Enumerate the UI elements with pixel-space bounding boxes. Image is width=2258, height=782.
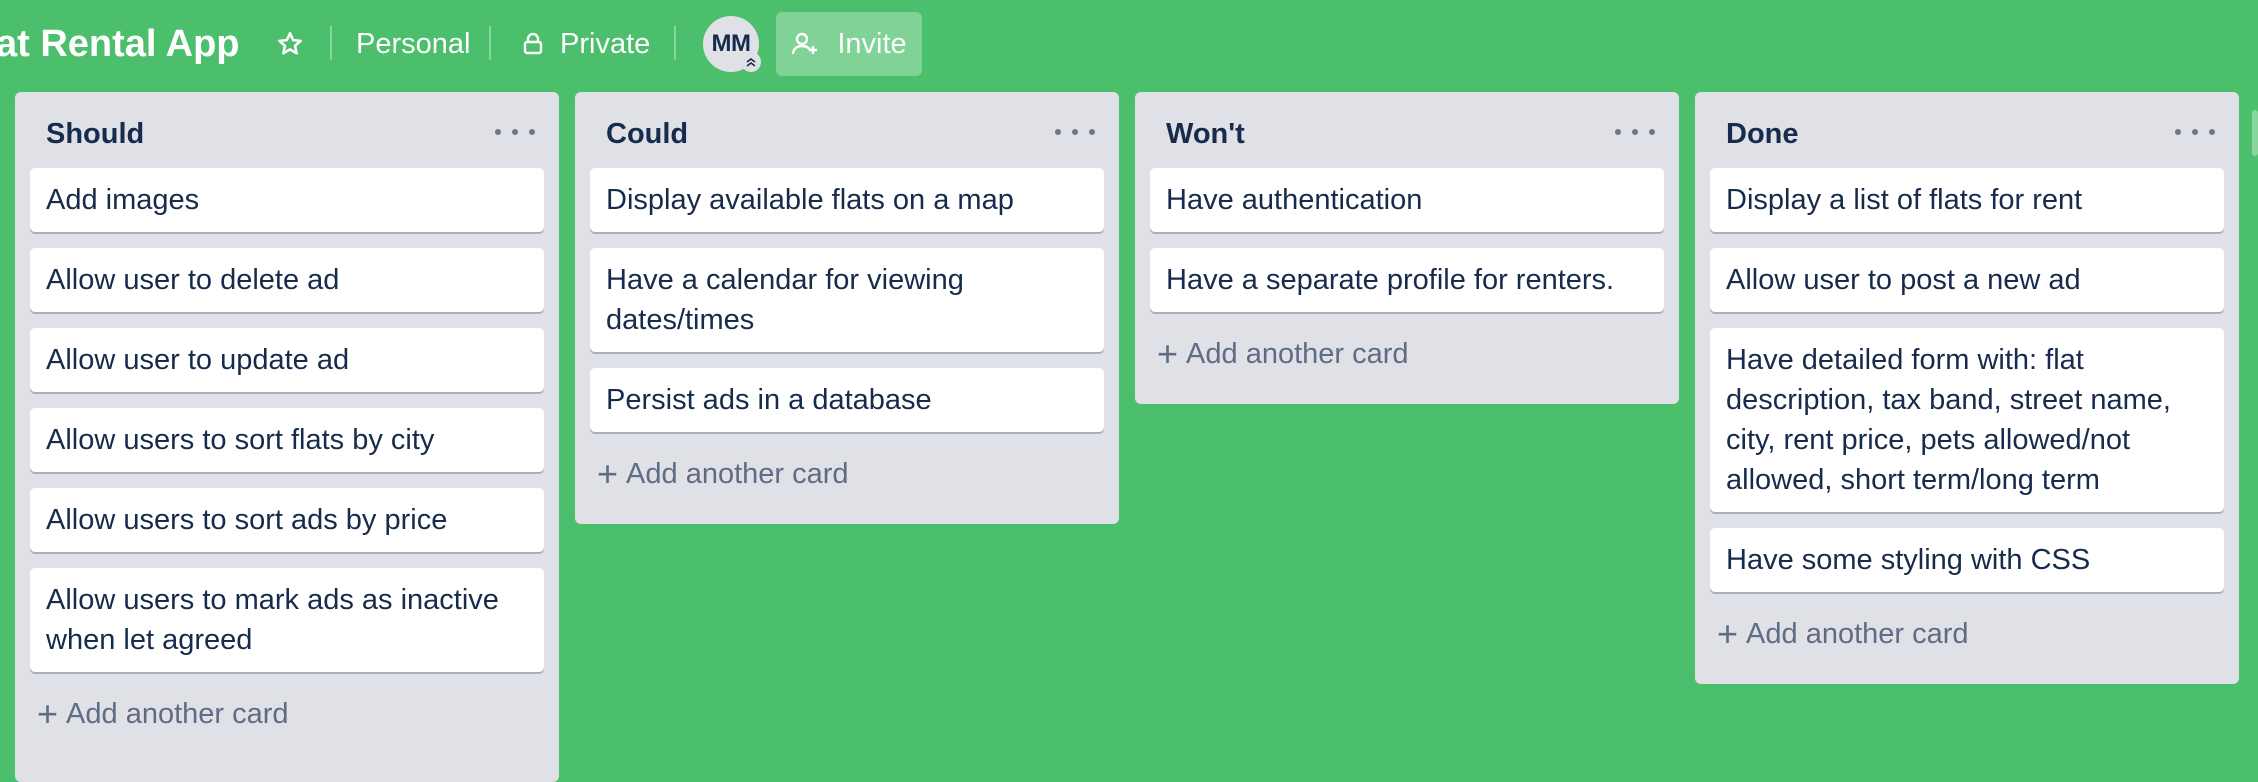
card[interactable]: Persist ads in a database — [590, 368, 1104, 432]
list-wont: Won't Have authentication Have a separat… — [1135, 92, 1679, 404]
plus-icon: + — [597, 453, 619, 494]
add-card-label: Add another card — [1746, 617, 1969, 650]
card[interactable]: Display available flats on a map — [590, 168, 1104, 232]
card[interactable]: Have a calendar for viewing dates/times — [590, 248, 1104, 352]
list-could: Could Display available flats on a map H… — [575, 92, 1119, 524]
header-divider — [489, 26, 491, 60]
card[interactable]: Have a separate profile for renters. — [1150, 248, 1664, 312]
list-title[interactable]: Done — [1726, 116, 1799, 152]
card[interactable]: Allow user to delete ad — [30, 248, 544, 312]
workspace-button[interactable]: Personal — [340, 12, 486, 76]
list-title[interactable]: Should — [46, 116, 144, 152]
card[interactable]: Allow users to mark ads as inactive when… — [30, 568, 544, 672]
card[interactable]: Allow user to update ad — [30, 328, 544, 392]
add-person-icon — [792, 32, 818, 55]
card[interactable]: Have authentication — [1150, 168, 1664, 232]
card[interactable]: Allow users to sort flats by city — [30, 408, 544, 472]
header-divider — [330, 26, 332, 60]
plus-icon: + — [37, 693, 59, 734]
visibility-button[interactable]: Private — [506, 12, 666, 76]
list-header: Done — [1695, 92, 2239, 168]
card[interactable]: Allow user to post a new ad — [1710, 248, 2224, 312]
card[interactable]: Have some styling with CSS — [1710, 528, 2224, 592]
invite-label: Invite — [837, 27, 907, 60]
card[interactable]: Add images — [30, 168, 544, 232]
list-menu-icon[interactable] — [495, 120, 535, 144]
add-card-button[interactable]: + Add another card — [575, 448, 1119, 500]
list-header: Could — [575, 92, 1119, 168]
list-title[interactable]: Won't — [1166, 116, 1245, 152]
list-header: Should — [15, 92, 559, 168]
plus-icon: + — [1157, 333, 1179, 374]
star-board-button[interactable] — [262, 12, 318, 76]
header-divider — [674, 26, 676, 60]
list-menu-icon[interactable] — [2175, 120, 2215, 144]
list-title[interactable]: Could — [606, 116, 688, 152]
list-header: Won't — [1135, 92, 1679, 168]
visibility-label: Private — [560, 27, 651, 60]
board-title[interactable]: at Rental App — [0, 20, 240, 68]
add-card-label: Add another card — [66, 697, 289, 730]
list-done: Done Display a list of flats for rent Al… — [1695, 92, 2239, 684]
list-should: Should Add images Allow user to delete a… — [15, 92, 559, 782]
card[interactable]: Allow users to sort ads by price — [30, 488, 544, 552]
invite-button[interactable]: Invite — [776, 12, 922, 76]
add-card-label: Add another card — [1186, 337, 1409, 370]
add-card-button[interactable]: + Add another card — [1135, 328, 1679, 380]
plus-icon: + — [1717, 613, 1739, 654]
add-card-button[interactable]: + Add another card — [15, 688, 559, 740]
add-card-label: Add another card — [626, 457, 849, 490]
list-menu-icon[interactable] — [1055, 120, 1095, 144]
board-scrollbar[interactable] — [2252, 110, 2258, 156]
card[interactable]: Display a list of flats for rent — [1710, 168, 2224, 232]
add-card-button[interactable]: + Add another card — [1695, 608, 2239, 660]
admin-chevron-icon — [741, 52, 761, 72]
card[interactable]: Have detailed form with: flat descriptio… — [1710, 328, 2224, 512]
star-icon — [278, 31, 302, 55]
list-menu-icon[interactable] — [1615, 120, 1655, 144]
board-header: at Rental App Personal Private MM Invite — [0, 0, 2258, 86]
lock-icon — [523, 32, 543, 55]
workspace-label: Personal — [356, 27, 471, 60]
